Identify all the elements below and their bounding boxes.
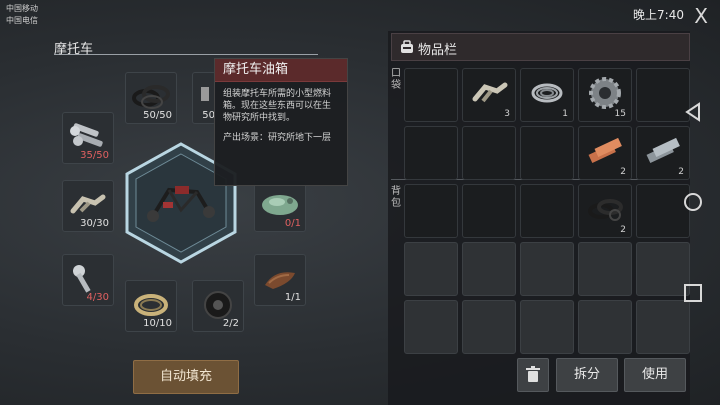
backpack-icon — [401, 40, 413, 53]
inventory-slot[interactable] — [462, 126, 516, 180]
slot-seat[interactable]: 1/1 — [254, 254, 306, 306]
recipe-title-bar: 摩托车 — [54, 38, 318, 57]
inventory-slot[interactable]: 1 — [520, 68, 574, 122]
slot-qty: 1/1 — [284, 292, 301, 303]
inventory-slot[interactable]: 15 — [578, 68, 632, 122]
slot-qty: 0/1 — [284, 218, 301, 229]
backpack-label: 背包 — [391, 186, 401, 209]
inventory-slot[interactable] — [462, 300, 516, 354]
slot-qty: 2 — [620, 225, 626, 235]
close-button[interactable]: X — [694, 4, 708, 28]
inventory-slot[interactable] — [404, 300, 458, 354]
inventory-slot[interactable] — [462, 242, 516, 296]
slot-qty: 2 — [678, 167, 684, 177]
inventory-slot[interactable] — [520, 126, 574, 180]
carrier-2: 中国电信 — [6, 16, 38, 25]
inventory-slot[interactable] — [636, 300, 690, 354]
inventory-slot[interactable] — [404, 126, 458, 180]
use-button[interactable]: 使用 — [624, 358, 686, 392]
inventory-slot[interactable] — [404, 184, 458, 238]
split-button[interactable]: 拆分 — [556, 358, 618, 392]
nav-back-icon[interactable] — [683, 102, 703, 122]
inventory-slot[interactable]: 2 — [636, 126, 690, 180]
inventory-slot[interactable]: 2 — [578, 126, 632, 180]
status-bar: 中国移动 中国电信 晚上7:40 X — [0, 0, 720, 30]
slot-qty: 15 — [614, 109, 626, 119]
slot-partial[interactable]: 50 — [192, 72, 216, 124]
inventory-slot[interactable]: 2 — [578, 184, 632, 238]
slot-qty: 3 — [504, 109, 510, 119]
inventory-slot[interactable] — [404, 242, 458, 296]
trash-icon — [526, 366, 540, 382]
slot-bolts[interactable]: 35/50 — [62, 112, 114, 164]
inventory-slot[interactable] — [636, 184, 690, 238]
inventory-slot[interactable] — [636, 68, 690, 122]
inventory-slot[interactable]: 3 — [462, 68, 516, 122]
inventory-slot[interactable] — [636, 242, 690, 296]
slot-qty: 2 — [620, 167, 626, 177]
inventory-slot[interactable] — [578, 300, 632, 354]
slot-qty: 35/50 — [80, 150, 109, 161]
tooltip-origin: 产出场景：研究所地下一层 — [223, 133, 332, 143]
slot-qty: 1 — [562, 109, 568, 119]
recipe-title: 摩托车 — [54, 42, 94, 57]
slot-bearing[interactable]: 10/10 — [125, 280, 177, 332]
slot-qty: 10/10 — [143, 318, 172, 329]
slot-exhaust-pipe[interactable]: 30/30 — [62, 180, 114, 232]
inventory-slot[interactable] — [462, 184, 516, 238]
slot-rubber-rings[interactable]: 50/50 — [125, 72, 177, 124]
inventory-header: 物品栏 — [391, 33, 690, 61]
inventory-slot[interactable] — [520, 300, 574, 354]
slot-qty: 50/50 — [143, 110, 172, 121]
item-tooltip: 摩托车油箱 组装摩托车所需的小型燃料箱。现在这些东西可以在生物研究所中找到。 产… — [214, 58, 348, 186]
status-clock: 晚上7:40 — [633, 8, 684, 22]
slot-qty: 30/30 — [80, 218, 109, 229]
tooltip-title: 摩托车油箱 — [215, 59, 347, 82]
nav-home-icon[interactable] — [683, 192, 703, 212]
inventory-title: 物品栏 — [418, 43, 458, 58]
slot-qty: 4/30 — [86, 292, 109, 303]
autofill-button[interactable]: 自动填充 — [133, 360, 239, 394]
inventory-slot[interactable] — [520, 242, 574, 296]
nav-recents-icon[interactable] — [683, 283, 703, 303]
tooltip-description: 组装摩托车所需的小型燃料箱。现在这些东西可以在生物研究所中找到。 — [223, 89, 332, 123]
inventory-slot[interactable] — [404, 68, 458, 122]
trash-button[interactable] — [517, 358, 549, 392]
slot-piston[interactable]: 4/30 — [62, 254, 114, 306]
carrier-1: 中国移动 — [6, 4, 38, 13]
slot-fuel-tank[interactable]: 0/1 — [254, 180, 306, 232]
slot-qty: 2/2 — [222, 318, 239, 329]
slot-tire[interactable]: 2/2 — [192, 280, 244, 332]
pocket-label: 口袋 — [391, 68, 401, 91]
inventory-slot[interactable] — [578, 242, 632, 296]
inventory-slot[interactable] — [520, 184, 574, 238]
